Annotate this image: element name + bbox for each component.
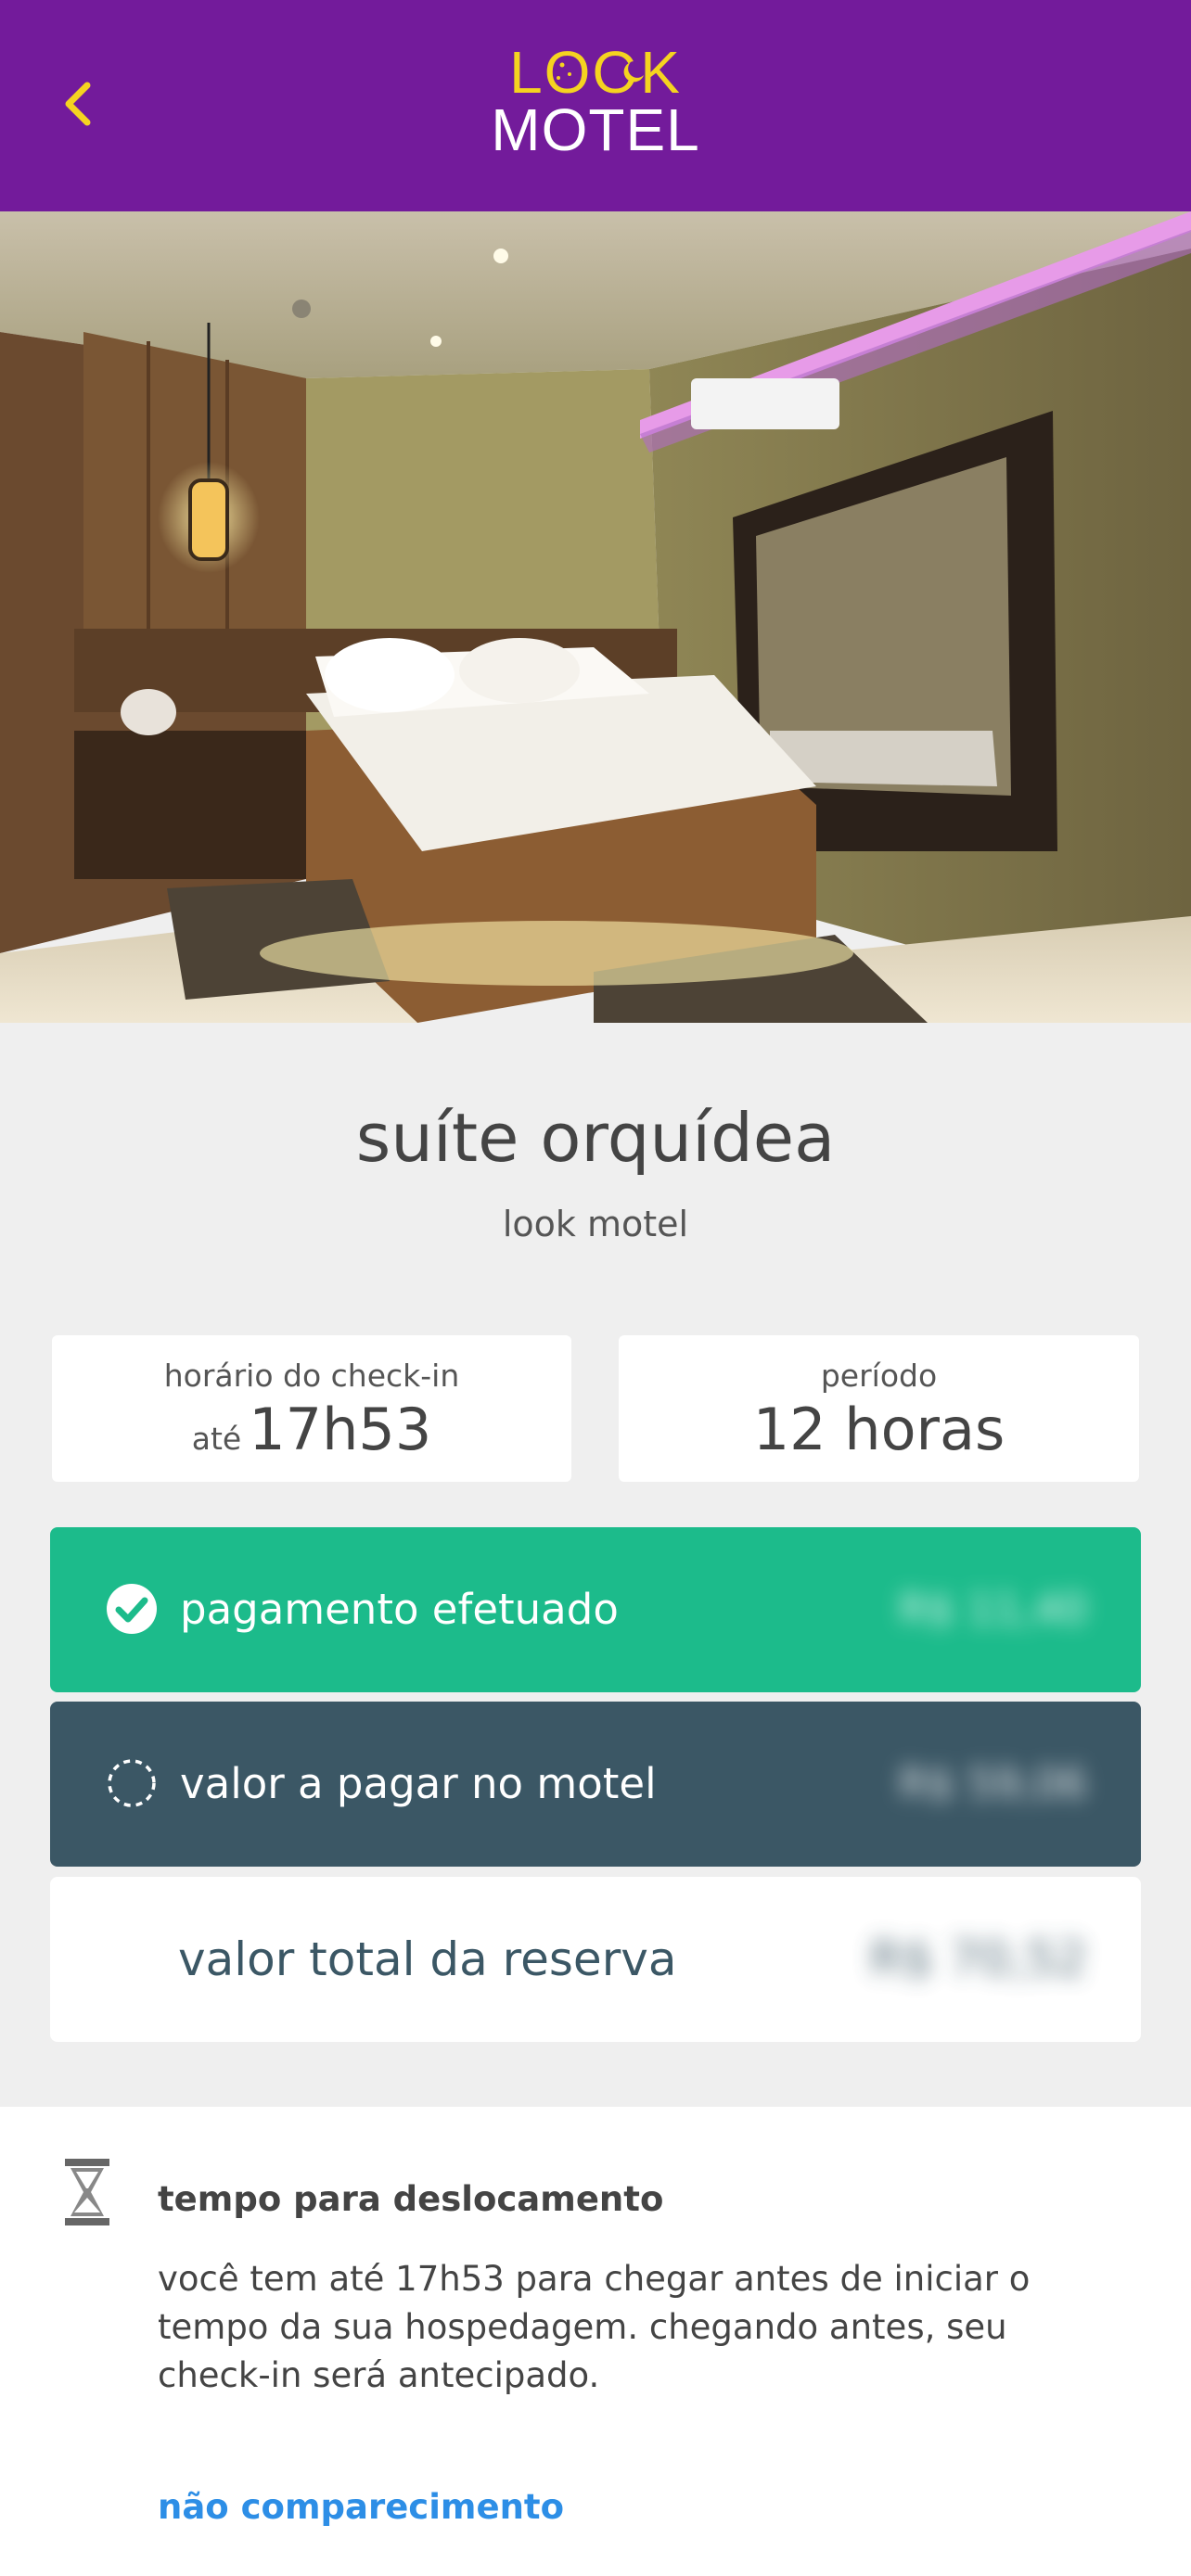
notice-title: tempo para deslocamento [158,2179,664,2219]
payment-due-amount: R$ 59,06 [898,1759,1087,1808]
payment-due-label: valor a pagar no motel [180,1759,657,1808]
suite-name: suíte orquídea [355,1099,836,1177]
notice-body: você tem até 17h53 para chegar antes de … [158,2259,1031,2395]
payment-total-amount: R$ 70,52 [869,1932,1087,1987]
check-circle-icon [107,1584,157,1634]
payment-paid-amount: R$ 11,40 [898,1585,1087,1634]
no-show-link[interactable]: não comparecimento [158,2487,564,2527]
travel-time-notice: tempo para deslocamento você tem até 17h… [0,2107,1191,2576]
period-label: período [820,1358,938,1394]
payment-total-row[interactable]: valor total da reserva R$ 70,52 [50,1877,1141,2042]
app-header: LOOK MOTEL [0,0,1191,211]
period-value-line: 12 horas [619,1396,1139,1463]
checkin-value: até 17h53 [52,1396,571,1463]
period-value: 12 horas [752,1396,1005,1463]
svg-text:MOTEL: MOTEL [491,96,699,162]
back-button[interactable] [56,76,102,132]
suite-photo [0,211,1191,1023]
payment-total-label: valor total da reserva [178,1932,677,1986]
checkin-prefix: até [191,1421,242,1457]
motel-name: look motel [502,1204,689,1244]
checkin-label: horário do check-in [163,1358,460,1394]
checkin-card: horário do check-in até 17h53 [52,1335,571,1482]
hourglass-icon [65,2159,109,2225]
payment-due-row[interactable]: valor a pagar no motel R$ 59,06 [50,1702,1141,1867]
payment-paid-label: pagamento efetuado [180,1585,619,1634]
dashed-circle-icon [108,1759,156,1807]
look-motel-logo: LOOK MOTEL [491,46,699,162]
chevron-left-icon [65,82,91,126]
period-card: período 12 horas [619,1335,1139,1482]
payment-paid-row[interactable]: pagamento efetuado R$ 11,40 [50,1527,1141,1692]
checkin-time: 17h53 [249,1396,432,1463]
